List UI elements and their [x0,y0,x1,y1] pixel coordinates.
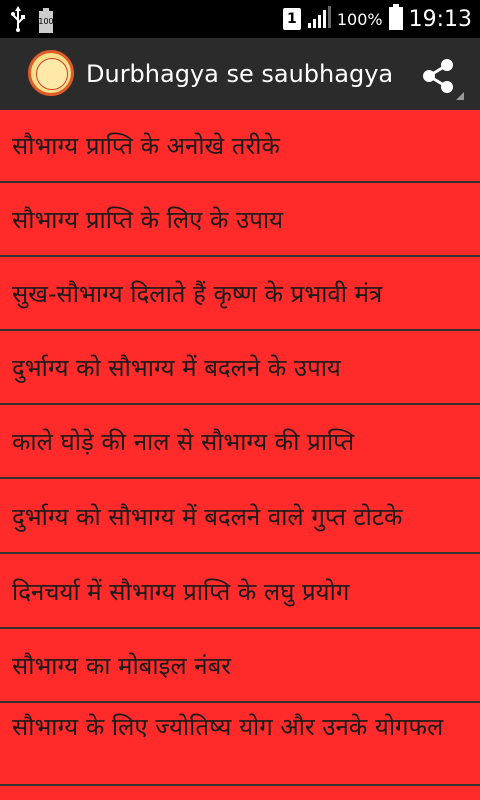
list-item[interactable]: दुर्भाग्य को सौभाग्य में बदलने के उपाय [0,332,480,405]
list-item[interactable]: काले घोड़े की नाल से सौभाग्य की प्राप्ति [0,406,480,479]
clock: 19:13 [408,6,472,32]
app-logo-icon[interactable] [28,50,74,96]
list-item[interactable]: दुर्भाग्य को सौभाग्य में बदलने वाले गुप्… [0,481,480,554]
list-item[interactable]: सौभाग्य का मोबाइल नंबर [0,630,480,703]
overflow-corner [456,92,464,100]
list-item[interactable]: सौभाग्य के लिए ज्योतिष्य योग और उनके योग… [0,704,480,786]
share-icon [418,59,458,100]
sim-indicator: 1 [282,8,301,30]
topics-list: सौभाग्य प्राप्ति के अनोखे तरीके सौभाग्य … [0,110,480,800]
battery-100-icon: 100 [38,8,54,34]
status-bar: 100 1 100% 19:13 [0,0,480,38]
usb-icon [10,6,26,36]
list-item[interactable]: सौभाग्य प्राप्ति के लिए के उपाय [0,184,480,257]
status-system: 1 100% 19:13 [282,0,472,38]
signal-icon [307,5,331,33]
share-button[interactable] [418,56,458,96]
list-item[interactable]: दिनचर्या में सौभाग्य प्राप्ति के लघु प्र… [0,556,480,629]
battery-notify-text: 100 [38,17,54,26]
action-bar: Durbhagya se saubhagya [0,38,480,110]
list-item[interactable]: सौभाग्य प्राप्ति के अनोखे तरीके [0,110,480,183]
battery-percent: 100% [336,9,383,29]
battery-icon [388,4,403,34]
app-title: Durbhagya se saubhagya [86,60,394,88]
list-item[interactable]: सुख-सौभाग्य दिलाते हैं कृष्ण के प्रभावी … [0,258,480,331]
app-logo-inner [36,58,68,90]
status-notifications: 100 [10,6,54,36]
